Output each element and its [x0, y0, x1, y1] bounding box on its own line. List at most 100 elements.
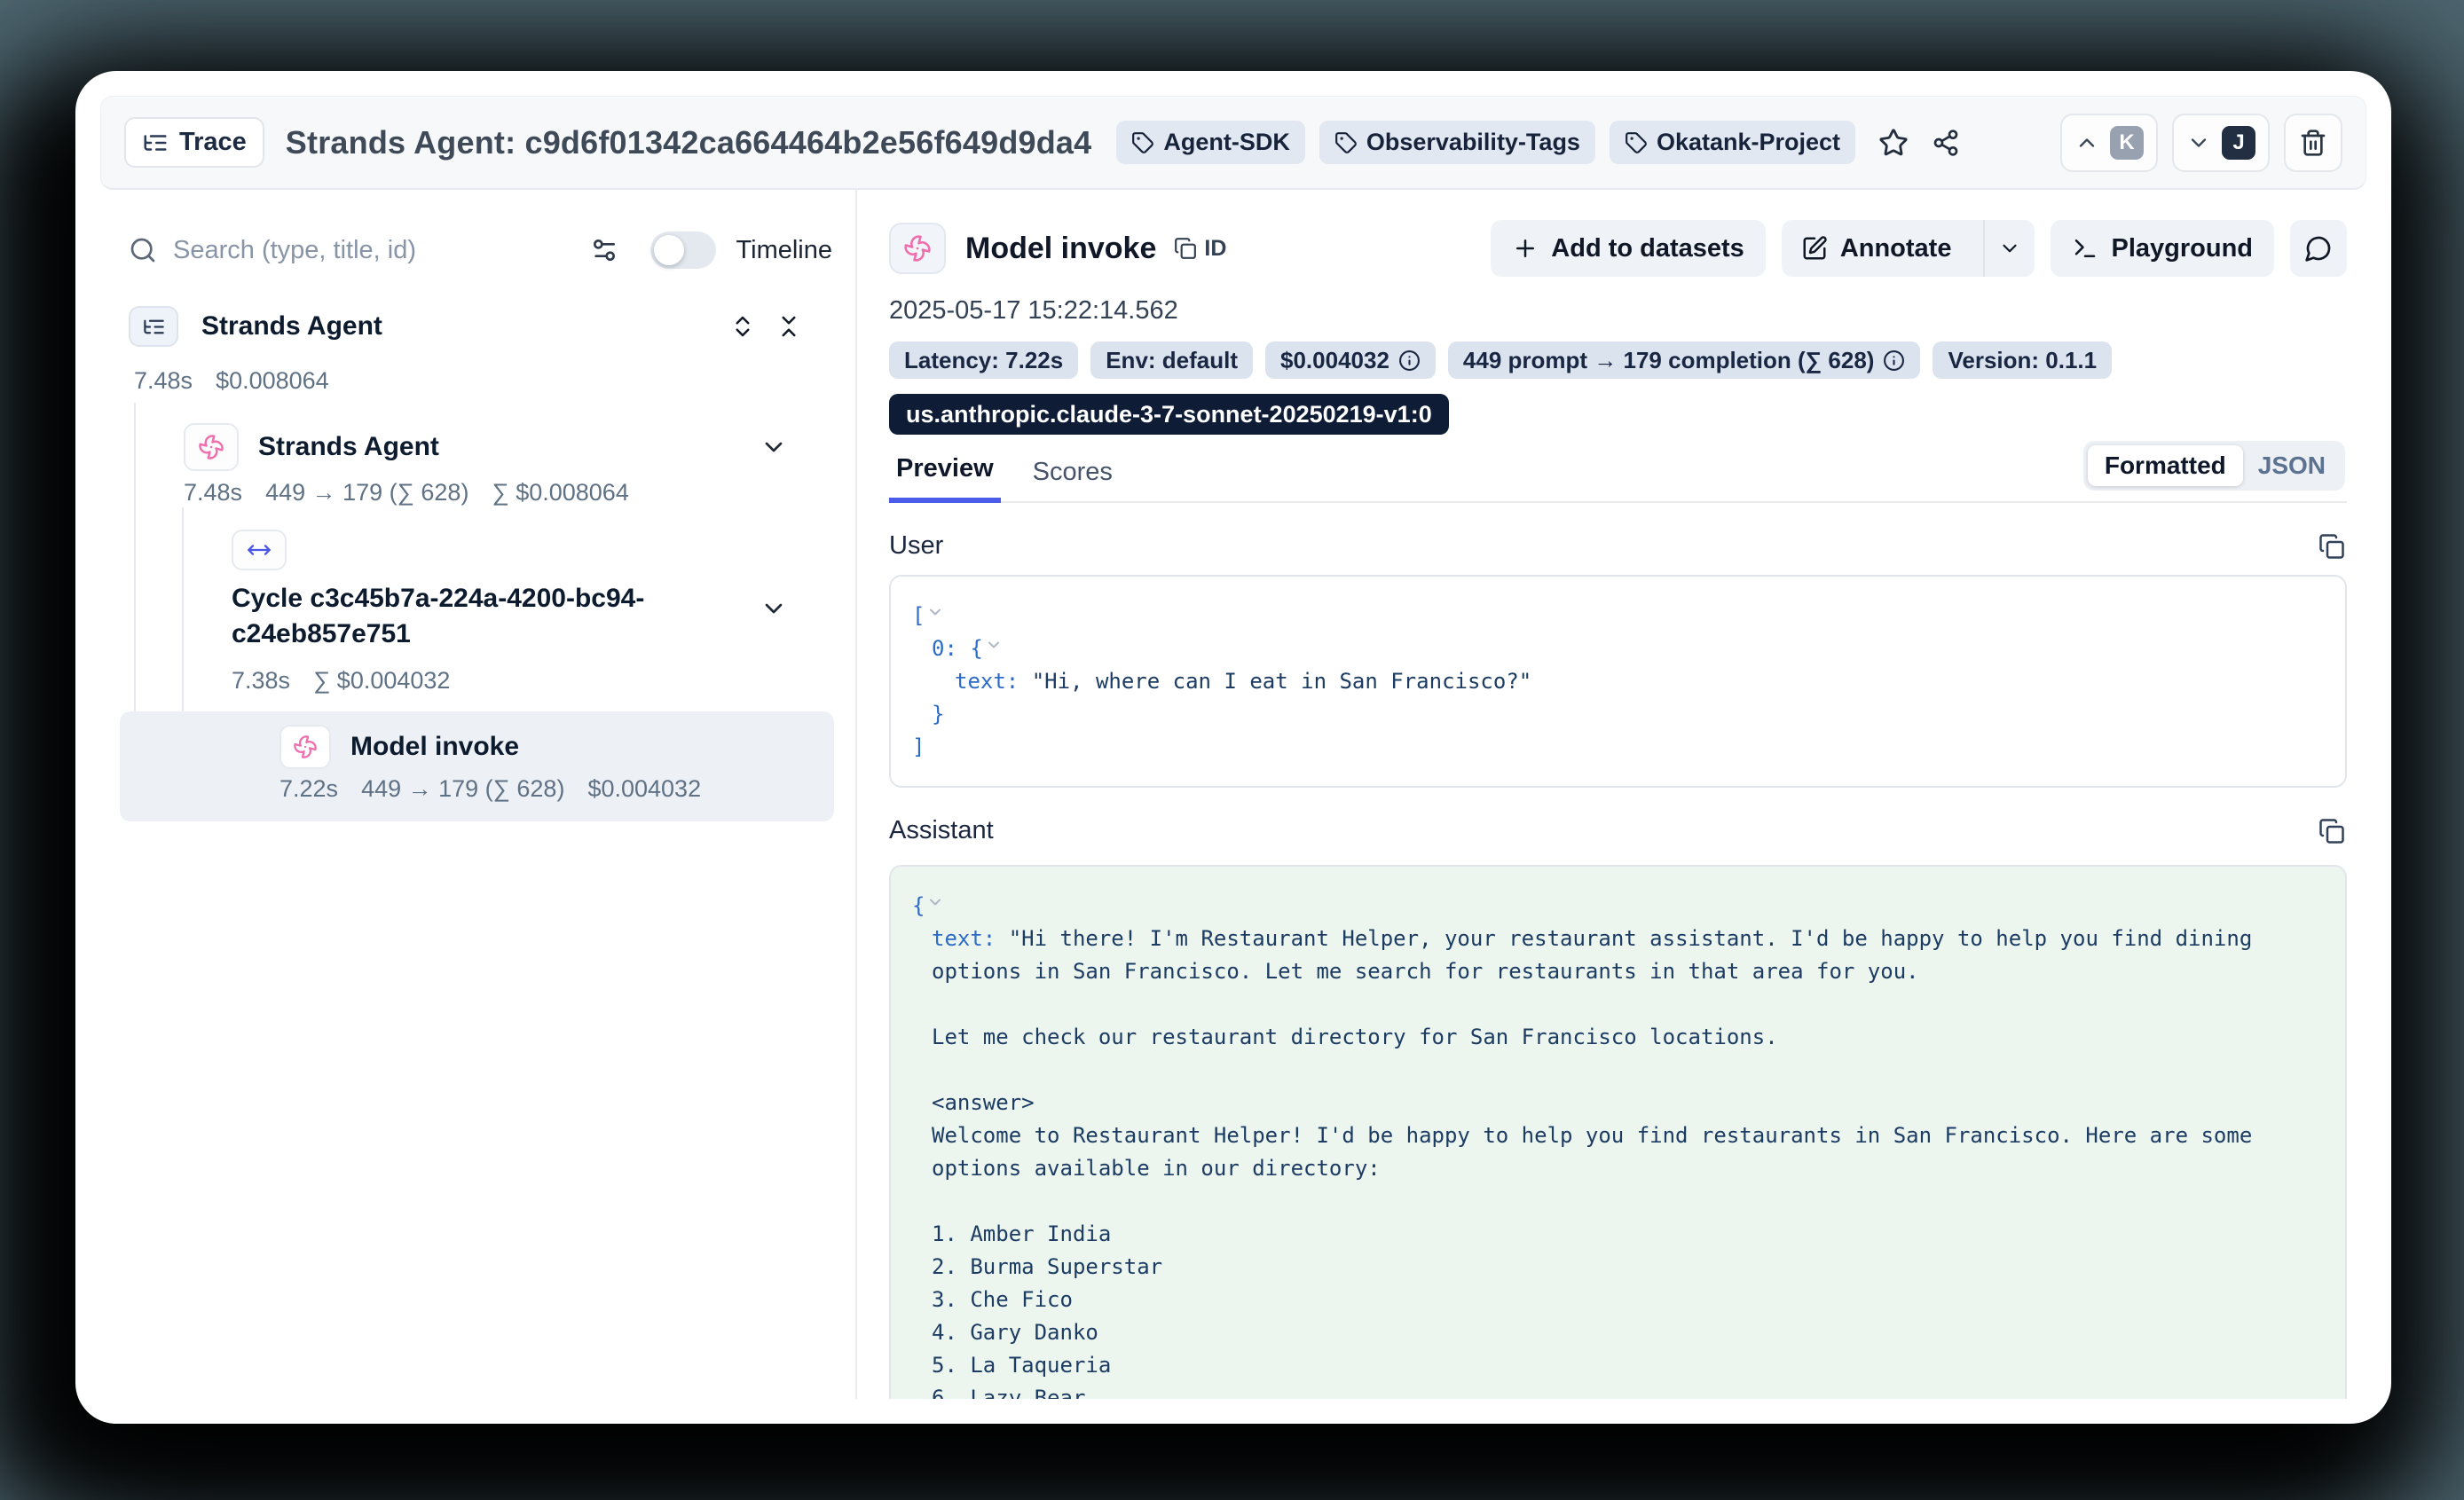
- favorite-star-icon[interactable]: [1878, 128, 1909, 158]
- assistant-message-card: { text: "Hi there! I'm Restaurant Helper…: [889, 865, 2347, 1399]
- next-trace-button[interactable]: J: [2172, 114, 2270, 172]
- cost: $0.004032: [587, 775, 701, 803]
- json-string-value: "Hi, where can I eat in San Francisco?": [1032, 669, 1532, 694]
- metadata-badge[interactable]: $0.004032: [1265, 342, 1436, 379]
- body-row: Timeline Strands Agent: [100, 190, 2366, 1399]
- observation-header: Model invoke ID Add to datasets: [889, 220, 2347, 277]
- add-to-datasets-label: Add to datasets: [1551, 234, 1744, 263]
- metadata-badge[interactable]: Latency: 7.22s: [889, 342, 1078, 379]
- tree-item-label-line2[interactable]: c24eb857e751: [232, 619, 411, 649]
- generation-pinwheel-icon: [889, 223, 946, 274]
- user-section-title: User: [889, 531, 943, 561]
- comments-button[interactable]: [2290, 220, 2347, 277]
- annotate-button[interactable]: Annotate: [1782, 220, 1972, 277]
- generation-pinwheel-icon: [279, 725, 331, 769]
- metadata-badge-label: $0.004032: [1280, 347, 1389, 374]
- playground-button[interactable]: Playground: [2051, 220, 2274, 277]
- trace-tag[interactable]: Agent-SDK: [1116, 121, 1305, 164]
- cost: $0.008064: [216, 367, 329, 395]
- tree-item-stats: 7.48s 449 → 179 (∑ 628) ∑ $0.008064: [184, 479, 629, 507]
- playground-label: Playground: [2111, 234, 2253, 263]
- chevron-up-icon: [2074, 130, 2099, 155]
- copy-icon: [2318, 533, 2345, 560]
- format-toggle: Formatted JSON: [2083, 441, 2345, 491]
- list-tree-icon: [142, 130, 169, 156]
- add-to-datasets-button[interactable]: Add to datasets: [1491, 220, 1766, 277]
- search-input[interactable]: [173, 236, 528, 265]
- tree-item-stats: 7.22s 449 → 179 (∑ 628) $0.004032: [279, 775, 701, 803]
- tree-item-cycle[interactable]: [232, 529, 832, 571]
- json-key: text:: [955, 669, 1019, 694]
- info-icon: [1883, 349, 1905, 372]
- tags: Agent-SDK Observability-Tags Okatank-Proje…: [1116, 121, 1855, 164]
- app-window: Trace Strands Agent: c9d6f01342ca664464b…: [75, 71, 2391, 1424]
- assistant-section-header: Assistant: [889, 816, 2347, 845]
- list-tree-icon: [129, 306, 178, 347]
- tree-item-agent[interactable]: Strands Agent: [184, 422, 832, 472]
- desktop-background: Trace Strands Agent: c9d6f01342ca664464b…: [0, 0, 2464, 1500]
- chevron-down-icon[interactable]: [760, 594, 788, 623]
- tree-item-model-invoke[interactable]: Model invoke: [279, 724, 832, 770]
- action-buttons: Add to datasets Annotate: [1491, 220, 2347, 277]
- collapse-chevron-icon[interactable]: [926, 603, 944, 621]
- tag-icon: [1334, 131, 1358, 154]
- chevron-down-icon: [2186, 130, 2211, 155]
- collapse-chevron-icon[interactable]: [926, 893, 944, 911]
- annotate-split-button: Annotate: [1782, 220, 2035, 277]
- metadata-badge[interactable]: 449 prompt → 179 completion (∑ 628): [1448, 342, 1921, 379]
- toggle-knob: [654, 235, 684, 265]
- prev-trace-button[interactable]: K: [2060, 114, 2158, 172]
- comment-bubble-icon: [2304, 234, 2333, 263]
- copy-user-button[interactable]: [2318, 533, 2345, 560]
- filter-sliders-icon[interactable]: [590, 236, 618, 264]
- annotate-dropdown-button[interactable]: [1983, 220, 2035, 277]
- share-icon[interactable]: [1932, 129, 1960, 157]
- metadata-badge-label: 449 prompt → 179 completion (∑ 628): [1463, 347, 1875, 374]
- trace-tag[interactable]: Okatank-Project: [1610, 121, 1855, 164]
- tab-scores[interactable]: Scores: [1026, 458, 1120, 501]
- move-horizontal-icon: [232, 530, 287, 570]
- format-toggle-formatted[interactable]: Formatted: [2088, 445, 2243, 486]
- tree-item-label: Model invoke: [350, 732, 519, 762]
- tree-search-row: Timeline: [129, 229, 832, 271]
- metadata-badge-label: Latency: 7.22s: [904, 347, 1063, 374]
- tree-item-stats: 7.48s $0.008064: [134, 367, 329, 395]
- tree-item-stats: 7.38s ∑ $0.004032: [232, 667, 450, 695]
- json-string-value: "Hi there! I'm Restaurant Helper, your r…: [932, 926, 2265, 1399]
- observation-title: Model invoke: [965, 232, 1156, 266]
- tokens: 449 → 179 (∑ 628): [265, 479, 468, 507]
- cost: ∑ $0.008064: [492, 479, 628, 507]
- duration: 7.38s: [232, 667, 290, 695]
- copy-icon: [1174, 237, 1197, 260]
- duration: 7.48s: [184, 479, 242, 507]
- titlebar-controls: K J: [2060, 114, 2342, 172]
- trace-tag[interactable]: Observability-Tags: [1319, 121, 1595, 164]
- annotate-pen-icon: [1801, 235, 1828, 262]
- tag-icon: [1625, 131, 1648, 154]
- metadata-badge[interactable]: Env: default: [1090, 342, 1253, 379]
- chevron-down-icon[interactable]: [760, 433, 788, 461]
- copy-id-button[interactable]: ID: [1174, 236, 1226, 262]
- duration: 7.48s: [134, 367, 193, 395]
- metadata-badge[interactable]: Version: 0.1.1: [1933, 342, 2112, 379]
- tree-item-label-line1[interactable]: Cycle c3c45b7a-224a-4200-bc94-: [232, 584, 644, 614]
- id-label: ID: [1204, 236, 1226, 262]
- timeline-toggle[interactable]: [650, 232, 716, 269]
- tag-icon: [1131, 131, 1154, 154]
- tokens: 449 → 179 (∑ 628): [361, 775, 564, 803]
- assistant-section-title: Assistant: [889, 816, 994, 845]
- expand-all-icon[interactable]: [729, 313, 756, 340]
- trace-type-badge: Trace: [124, 117, 264, 168]
- copy-assistant-button[interactable]: [2318, 818, 2345, 844]
- agent-pinwheel-icon: [184, 423, 239, 471]
- collapse-all-icon[interactable]: [775, 313, 802, 340]
- format-toggle-json[interactable]: JSON: [2243, 445, 2341, 486]
- collapse-chevron-icon[interactable]: [985, 636, 1003, 654]
- model-id-badge[interactable]: us.anthropic.claude-3-7-sonnet-20250219-…: [889, 394, 1449, 435]
- tree-item-trace-root[interactable]: Strands Agent: [129, 305, 832, 348]
- tree-item-label: Strands Agent: [258, 432, 439, 462]
- annotate-label: Annotate: [1840, 234, 1952, 263]
- tab-preview[interactable]: Preview: [889, 454, 1001, 503]
- delete-trace-button[interactable]: [2284, 114, 2342, 172]
- search-icon: [129, 236, 157, 264]
